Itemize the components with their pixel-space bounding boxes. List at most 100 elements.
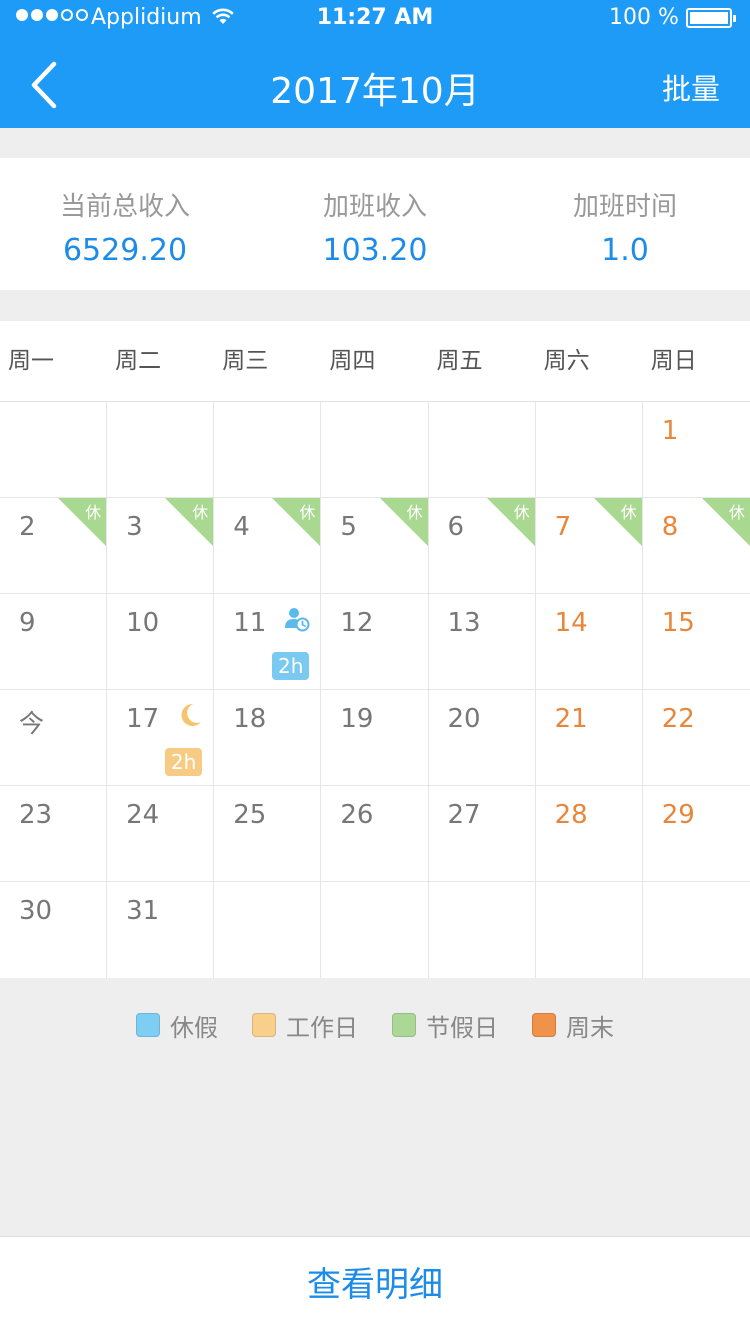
holiday-tag-label: 休: [406, 503, 423, 522]
calendar-day[interactable]: 29: [642, 786, 750, 882]
day-number: 26: [340, 800, 374, 830]
weekday-header: 周一 周二 周三 周四 周五 周六 周日: [0, 321, 750, 402]
stat-label: 加班时间: [572, 192, 677, 222]
legend-label: 节假日: [426, 1013, 498, 1042]
calendar-day[interactable]: 17 2h: [107, 690, 215, 786]
calendar-day[interactable]: 20: [428, 690, 536, 786]
calendar-day[interactable]: 19: [321, 690, 429, 786]
calendar-day[interactable]: 21: [535, 690, 643, 786]
holiday-tag-label: 休: [513, 503, 530, 522]
day-number: 17: [126, 704, 160, 734]
calendar-empty-cell: [536, 882, 643, 978]
calendar-day[interactable]: 28: [535, 786, 643, 882]
weekday-label: 周三: [222, 348, 269, 374]
calendar-day[interactable]: 休6: [428, 498, 536, 594]
calendar-legend: 休假 工作日 节假日 周末: [0, 1005, 750, 1045]
day-number: 22: [661, 704, 695, 734]
calendar-day[interactable]: 25: [214, 786, 322, 882]
calendar-day[interactable]: 休4: [214, 498, 322, 594]
calendar-day[interactable]: 今: [0, 690, 108, 786]
calendar-empty-cell: [429, 882, 536, 978]
calendar-day[interactable]: 14: [535, 594, 643, 690]
calendar-empty-cell: [321, 402, 429, 498]
day-number: 19: [340, 704, 374, 734]
today-label: 今: [19, 709, 45, 738]
calendar-day[interactable]: 休8: [642, 498, 750, 594]
calendar-day[interactable]: 26: [321, 786, 429, 882]
calendar-day[interactable]: 休5: [321, 498, 429, 594]
day-number: 8: [661, 512, 679, 542]
calendar-day[interactable]: 30: [0, 882, 108, 978]
day-number: 28: [554, 800, 588, 830]
calendar-day[interactable]: 1: [642, 402, 750, 498]
legend-item: 节假日: [392, 1005, 498, 1045]
calendar-empty-cell: [107, 402, 215, 498]
day-number: 23: [19, 800, 53, 830]
moon-icon: [181, 703, 202, 726]
calendar-day[interactable]: 31: [107, 882, 215, 978]
batch-button[interactable]: 批量: [662, 66, 720, 108]
day-number: 2: [19, 512, 36, 542]
calendar-day[interactable]: 12: [321, 594, 429, 690]
day-number: 10: [126, 608, 160, 638]
calendar-empty-cell: [214, 882, 322, 978]
status-bar: Applidium 11:27 AM 100 %: [0, 0, 750, 38]
calendar-empty-cell: [428, 402, 536, 498]
top-bar: Applidium 11:27 AM 100 % 2017年10月 批量: [0, 0, 750, 128]
calendar-day[interactable]: 休7: [535, 498, 643, 594]
holiday-tag-label: 休: [620, 503, 637, 522]
calendar-day[interactable]: 27: [428, 786, 536, 882]
day-number: 5: [340, 512, 357, 542]
day-number: 6: [447, 512, 465, 542]
stat-value: 6529.20: [62, 233, 188, 268]
weekday-label: 周一: [8, 348, 54, 374]
calendar-day[interactable]: 10: [107, 594, 215, 690]
calendar-day[interactable]: 11 2h: [214, 594, 322, 690]
calendar-empty-cell: [643, 882, 750, 978]
day-number: 4: [233, 512, 250, 542]
weekday-label: 周六: [543, 348, 590, 374]
legend-swatch: [392, 1013, 416, 1037]
calendar-day[interactable]: 22: [642, 690, 750, 786]
calendar-day[interactable]: 休3: [107, 498, 215, 594]
holiday-tag-label: 休: [85, 503, 102, 522]
calendar-day[interactable]: 15: [642, 594, 750, 690]
day-number: 3: [126, 512, 143, 542]
day-number: 21: [554, 704, 588, 734]
day-number: 11: [233, 608, 267, 638]
legend-label: 周末: [566, 1013, 614, 1042]
battery-icon: [686, 8, 736, 28]
calendar-empty-cell: [321, 882, 429, 978]
calendar-empty-cell: [535, 402, 643, 498]
calendar-day[interactable]: 9: [0, 594, 108, 690]
stat-value: 1.0: [601, 233, 649, 268]
holiday-tag-label: 休: [192, 503, 209, 522]
holiday-tag-label: 休: [728, 503, 745, 522]
calendar-empty-cell: [214, 402, 322, 498]
day-number: 31: [126, 896, 160, 926]
calendar-day[interactable]: 24: [107, 786, 215, 882]
day-number: 14: [554, 608, 588, 638]
calendar-day[interactable]: 13: [428, 594, 536, 690]
legend-label: 工作日: [286, 1013, 358, 1042]
day-number: 7: [554, 512, 572, 542]
day-number: 25: [233, 800, 267, 830]
day-number: 29: [661, 800, 695, 830]
month-calendar: 周一 周二 周三 周四 周五 周六 周日 1 休 2 休 3 休 4 休 5 休 6 休 7 休 8 9 10 11 2h 12 1…: [0, 321, 750, 978]
calendar-day[interactable]: 18: [214, 690, 322, 786]
overtime-income-stat: 加班收入 103.20: [250, 158, 500, 290]
calendar-day[interactable]: 休2: [0, 498, 108, 594]
stat-label: 当前总收入: [59, 192, 190, 222]
day-number: 18: [233, 704, 267, 734]
weekday-label: 周五: [436, 348, 483, 374]
calendar-empty-cell: [0, 402, 108, 498]
day-number: 27: [447, 800, 481, 830]
legend-item: 周末: [532, 1005, 614, 1045]
view-details-button[interactable]: 查看明细: [0, 1237, 750, 1334]
day-number: 20: [447, 704, 481, 734]
overtime-hours-stat: 加班时间 1.0: [500, 158, 750, 290]
legend-item: 休假: [136, 1005, 218, 1045]
calendar-day[interactable]: 23: [0, 786, 108, 882]
legend-swatch: [252, 1013, 276, 1037]
stat-value: 103.20: [322, 233, 428, 268]
